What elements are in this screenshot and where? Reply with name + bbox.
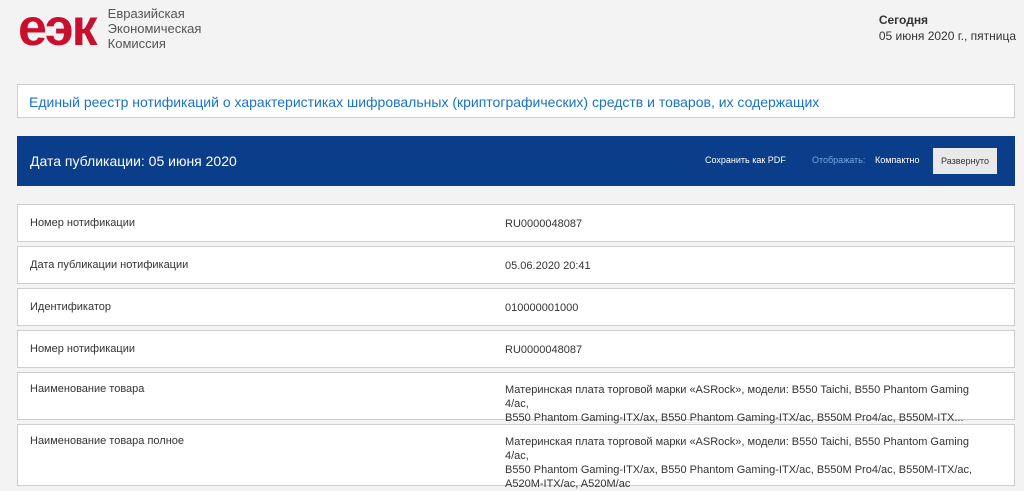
logo-line-2: Экономическая <box>107 21 202 36</box>
row-label: Дата публикации нотификации <box>30 259 189 271</box>
registry-title[interactable]: Единый реестр нотификаций о характеристи… <box>17 84 1015 118</box>
publication-date: Дата публикации: 05 июня 2020 <box>30 153 237 169</box>
row-value: 010000001000 <box>505 302 579 314</box>
row-label: Идентификатор <box>30 301 111 313</box>
row-value: Материнская плата торговой марки «ASRock… <box>505 435 995 491</box>
row-label: Номер нотификации <box>30 217 136 229</box>
display-mode-label: Отображать: <box>812 155 866 165</box>
row-value: RU0000048087 <box>505 218 583 230</box>
eec-logo[interactable]: еэк Евразийская Экономическая Комиссия <box>18 0 202 57</box>
expanded-view-button[interactable]: Развернуто <box>933 148 997 174</box>
table-row: Номер нотификации RU0000048087 <box>17 330 1015 368</box>
row-value-line: Материнская плата торговой марки «ASRock… <box>505 436 969 462</box>
row-label: Наименование товара полное <box>30 435 185 447</box>
logo-text: Евразийская Экономическая Комиссия <box>108 6 202 51</box>
row-value: RU0000048087 <box>505 344 583 356</box>
row-label: Наименование товара <box>30 383 145 395</box>
row-label: Номер нотификации <box>30 343 136 355</box>
compact-view-button[interactable]: Компактно <box>875 155 919 165</box>
row-value: Материнская плата торговой марки «ASRock… <box>505 383 995 425</box>
row-value-line: B550 Phantom Gaming-ITX/ax, B550 Phantom… <box>505 464 973 476</box>
publication-bar: Дата публикации: 05 июня 2020 Сохранить … <box>17 136 1015 186</box>
row-value-line: B550 Phantom Gaming-ITX/ax, B550 Phantom… <box>505 412 964 424</box>
table-row: Дата публикации нотификации 05.06.2020 2… <box>17 246 1015 284</box>
table-row: Номер нотификации RU0000048087 <box>17 204 1015 242</box>
save-pdf-link[interactable]: Сохранить как PDF <box>705 155 786 165</box>
logo-mark: еэк <box>18 0 98 57</box>
today-label: Сегодня <box>878 13 929 27</box>
table-row: Наименование товара полное Материнская п… <box>17 424 1015 490</box>
row-value: 05.06.2020 20:41 <box>505 260 591 272</box>
today-box: Сегодня 05 июня 2020 г., пятница <box>879 12 1016 44</box>
table-row: Идентификатор 010000001000 <box>17 288 1015 326</box>
row-value-line: Материнская плата торговой марки «ASRock… <box>505 384 969 410</box>
table-row: Наименование товара Материнская плата то… <box>17 372 1015 424</box>
logo-line-3: Комиссия <box>107 36 166 51</box>
logo-line-1: Евразийская <box>107 6 185 21</box>
today-value: 05 июня 2020 г., пятница <box>878 29 1016 43</box>
